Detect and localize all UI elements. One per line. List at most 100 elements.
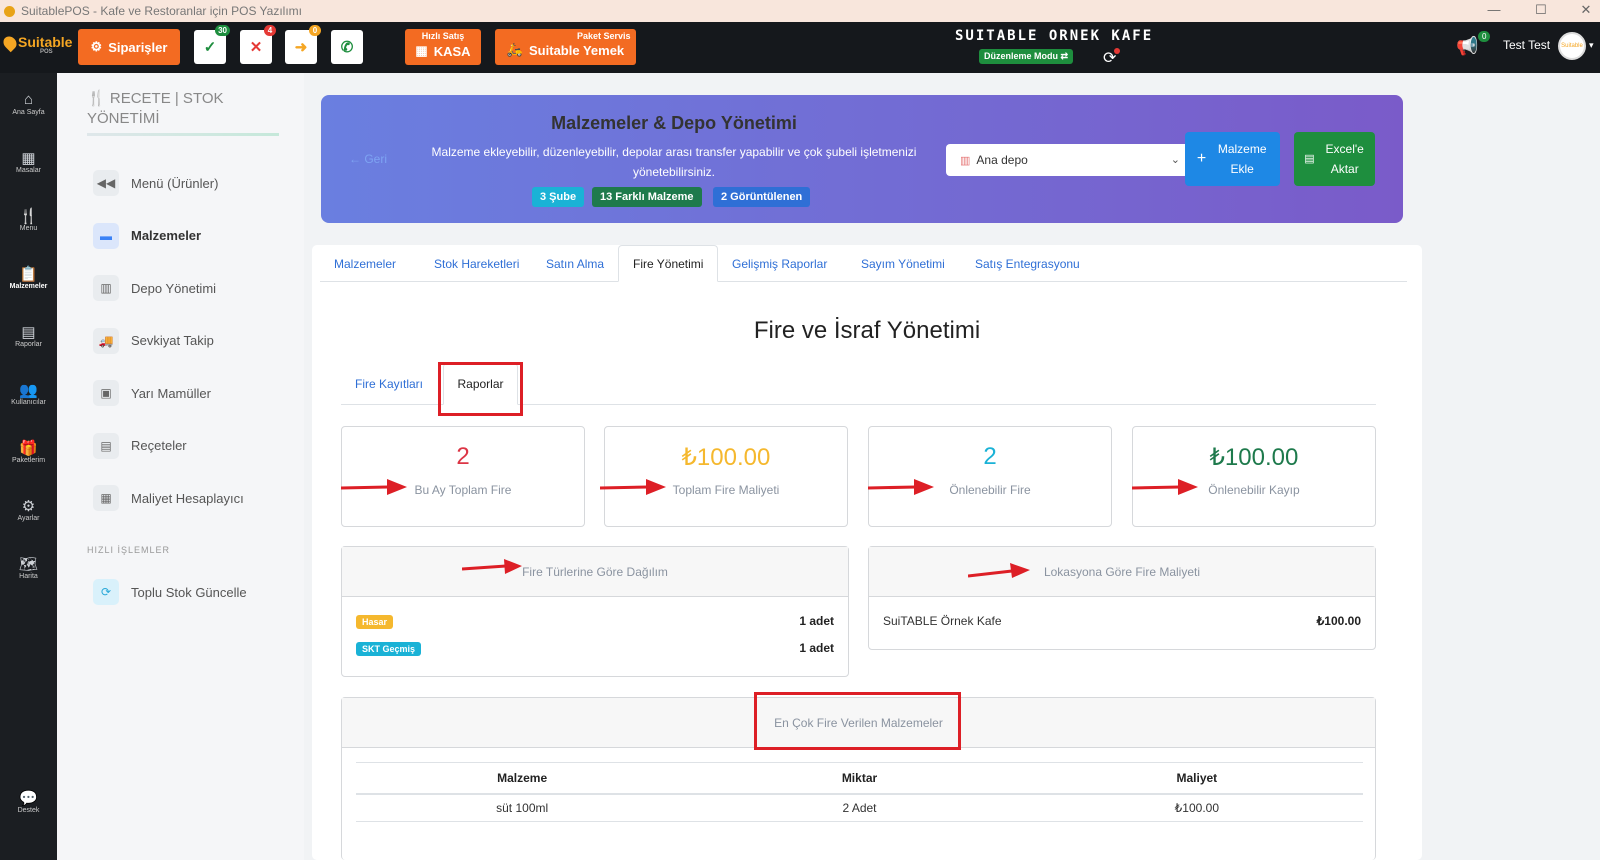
- sidebar-item[interactable]: ▣ Yarı Mamüller: [93, 378, 211, 408]
- nav-item-paketlerim[interactable]: 🎁 Paketlerim: [0, 439, 57, 464]
- sidebar-item-icon: ▦: [93, 485, 119, 511]
- sidebar-item[interactable]: ▥ Depo Yönetimi: [93, 273, 216, 303]
- nav-item-menu[interactable]: 🍴 Menu: [0, 207, 57, 232]
- order-status-button[interactable]: ✆: [331, 30, 363, 64]
- bulk-stock-update-item[interactable]: ⟳ Toplu Stok Güncelle: [93, 577, 247, 607]
- order-status-button[interactable]: ✕ 4: [240, 25, 276, 64]
- sidebar-item-icon: 🚚: [93, 327, 119, 354]
- nav-item-kullanıcılar[interactable]: 👥 Kullanıcılar: [0, 381, 57, 406]
- sidebar-item[interactable]: ◀◀ Menü (Ürünler): [93, 168, 218, 198]
- report-icon: ▤: [21, 324, 36, 341]
- close-window-button[interactable]: ✕: [1578, 2, 1594, 18]
- sidebar-item[interactable]: ▤ Reçeteler: [93, 431, 187, 461]
- app-logo[interactable]: Suitable POS: [0, 34, 72, 55]
- nav-item-malzemeler[interactable]: 📋 Malzemeler: [0, 265, 57, 290]
- title-divider: [87, 133, 279, 136]
- clipboard-icon: 📋: [19, 266, 38, 283]
- highlight-box: [754, 692, 961, 750]
- avatar[interactable]: Suitable: [1558, 32, 1586, 60]
- content-card: Malzemeler Stok Hareketleri Satın Alma Fire…: [312, 245, 1422, 860]
- status-badge: 30: [215, 25, 230, 36]
- export-excel-button[interactable]: ▤ Excel'e Aktar: [1294, 132, 1375, 186]
- order-status-button[interactable]: ✓ 30: [194, 25, 230, 64]
- motorcycle-icon: 🛵: [506, 42, 524, 57]
- tab-item[interactable]: Malzemeler: [320, 245, 410, 282]
- nav-label: Raporlar: [15, 341, 42, 348]
- tab-item[interactable]: Satın Alma: [532, 245, 618, 282]
- table-cell: süt 100ml: [356, 794, 689, 822]
- annotation-arrow: [868, 479, 934, 495]
- sidebar-item[interactable]: ▦ Maliyet Hesaplayıcı: [93, 483, 244, 513]
- banner-description: Malzeme ekleyebilir, düzenleyebilir, dep…: [431, 145, 917, 179]
- nav-item-masalar[interactable]: ▦ Masalar: [0, 149, 57, 174]
- gears-icon: ⚙: [90, 39, 103, 54]
- nav-item-ana-sayfa[interactable]: ⌂ Ana Sayfa: [0, 91, 57, 116]
- warehouse-icon: ▥: [960, 154, 971, 167]
- gears-icon: ⚙: [21, 498, 36, 515]
- sidebar-item[interactable]: 🚚 Sevkiyat Takip: [93, 326, 214, 356]
- sidebar-item[interactable]: ▬ Malzemeler: [93, 221, 201, 251]
- header-banner: ← Geri Malzemeler & Depo Yönetimi Malzem…: [321, 95, 1403, 223]
- annotation-arrow: [341, 479, 407, 495]
- sidebar-item-label: Maliyet Hesaplayıcı: [131, 490, 244, 506]
- app-icon: [4, 5, 15, 17]
- quick-sale-button[interactable]: Hızlı Satış ▦ KASA: [405, 29, 481, 65]
- chevron-down-icon[interactable]: ▾: [1589, 40, 1594, 51]
- edit-mode-toggle[interactable]: Düzenleme Modu ⇄: [979, 49, 1074, 64]
- nav-label: Kullanıcılar: [11, 399, 46, 406]
- nav-item-raporlar[interactable]: ▤ Raporlar: [0, 323, 57, 348]
- maximize-button[interactable]: ☐: [1533, 2, 1549, 18]
- annotation-arrow: [600, 479, 666, 495]
- package-service-button[interactable]: Paket Servis 🛵 Suitable Yemek: [495, 29, 636, 65]
- sidebar-item-label: Reçeteler: [131, 438, 187, 453]
- location-cost-panel: Lokasyona Göre Fire Maliyeti SuiTABLE Ör…: [868, 546, 1376, 650]
- add-material-button[interactable]: + Malzeme Ekle: [1185, 132, 1280, 186]
- location-name: SuiTABLE Örnek Kafe: [883, 614, 1002, 628]
- stat-value: 2: [983, 443, 997, 470]
- tab-item[interactable]: Stok Hareketleri: [420, 245, 533, 282]
- status-icon: ✕: [249, 39, 263, 56]
- sidebar-item-icon: ▤: [93, 432, 119, 459]
- window-title: SuitablePOS - Kafe ve Restoranlar için P…: [21, 4, 303, 18]
- tab-item[interactable]: Fire Yönetimi: [618, 245, 719, 282]
- user-name[interactable]: Test Test: [1503, 38, 1550, 52]
- tab-item[interactable]: Gelişmiş Raporlar: [718, 245, 841, 282]
- nav-label: Harita: [19, 573, 38, 580]
- column-header: Miktar: [688, 762, 1031, 795]
- section-title: Fire ve İsraf Yönetimi: [753, 317, 981, 344]
- nav-label: Destek: [17, 807, 40, 814]
- window-titlebar: SuitablePOS - Kafe ve Restoranlar için P…: [0, 0, 1600, 22]
- fire-types-panel: Fire Türlerine Göre Dağılım Hasar 1 adet S…: [341, 546, 849, 677]
- status-badge: 4: [264, 25, 276, 36]
- tab-item[interactable]: Satış Entegrasyonu: [961, 245, 1094, 282]
- table-cell: ₺100.00: [1030, 794, 1363, 822]
- nav-label: Menu: [19, 225, 38, 232]
- warehouse-select[interactable]: ▥ Ana depo ⌄: [946, 144, 1192, 176]
- stat-value: ₺100.00: [1209, 444, 1299, 471]
- banner-title: Malzemeler & Depo Yönetimi: [551, 113, 797, 133]
- column-header: Maliyet: [1030, 762, 1363, 795]
- megaphone-icon[interactable]: 📢 0: [1456, 31, 1491, 57]
- nav-item-destek[interactable]: 💬 Destek: [0, 789, 57, 814]
- back-link[interactable]: ← Geri: [349, 152, 387, 166]
- cafe-name: SUITABLE ORNEK KAFE: [955, 28, 1154, 44]
- sidebar-item-label: Yarı Mamüller: [131, 385, 211, 401]
- nav-item-ayarlar[interactable]: ⚙ Ayarlar: [0, 497, 57, 522]
- quick-actions-heading: HIZLI İŞLEMLER: [87, 545, 171, 555]
- order-status-button[interactable]: ➜ 0: [285, 25, 321, 64]
- tab-item[interactable]: Sayım Yönetimi: [847, 245, 959, 282]
- orders-button[interactable]: ⚙ Siparişler: [78, 29, 180, 65]
- refresh-icon: ⟳: [93, 579, 119, 605]
- notification-badge: 0: [1478, 31, 1491, 42]
- annotation-arrow: [462, 559, 522, 574]
- subtab-fire-records[interactable]: Fire Kayıtları: [341, 363, 437, 405]
- minimize-button[interactable]: —: [1486, 2, 1502, 17]
- main-tabs: Malzemeler Stok Hareketleri Satın Alma Fire…: [320, 245, 1407, 282]
- stat-value: ₺100.00: [681, 444, 771, 471]
- sync-icon[interactable]: ⟳: [1103, 48, 1121, 68]
- status-badge: 0: [309, 25, 321, 36]
- utensils-icon: 🍴: [87, 90, 106, 107]
- nav-item-harita[interactable]: 🗺 Harita: [0, 555, 57, 580]
- summary-chip: 2 Görüntülenen: [713, 187, 811, 207]
- location-cost-title: Lokasyona Göre Fire Maliyeti: [869, 547, 1375, 597]
